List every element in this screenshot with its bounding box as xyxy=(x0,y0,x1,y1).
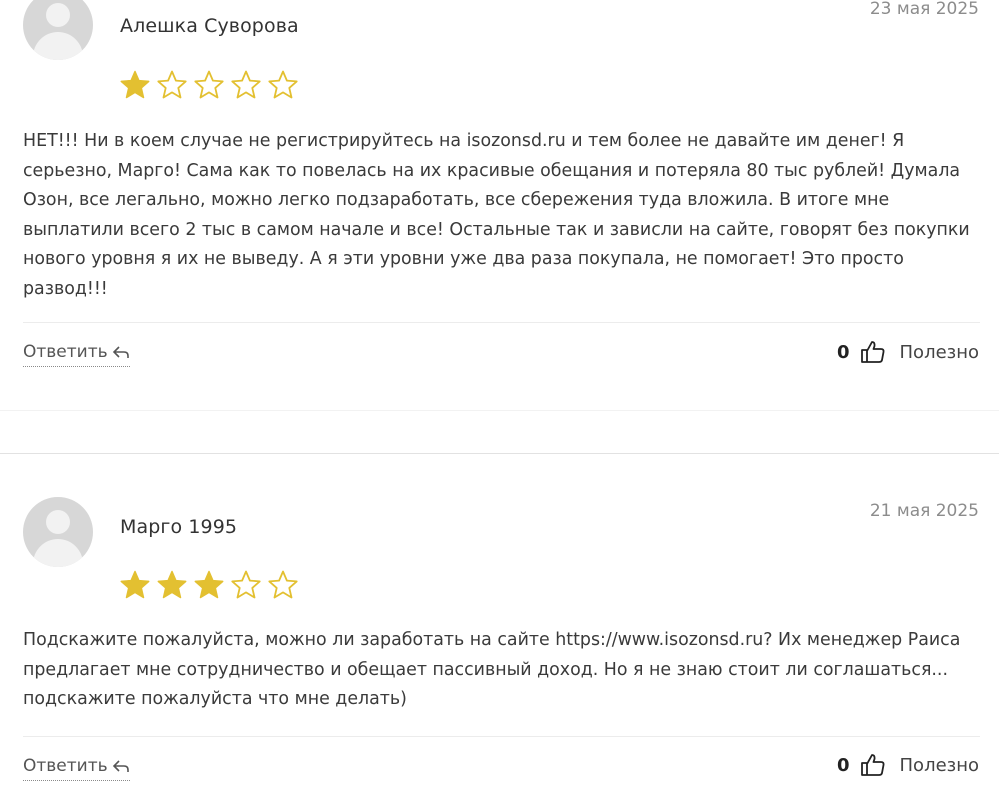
star-filled-icon xyxy=(157,570,187,599)
reply-button[interactable]: Ответить xyxy=(23,342,130,367)
review-author: Марго 1995 xyxy=(120,516,238,538)
reply-label: Ответить xyxy=(23,756,108,776)
helpful-label: Полезно xyxy=(899,341,979,363)
review-date: 23 мая 2025 xyxy=(869,0,979,19)
thumbs-up-icon[interactable] xyxy=(860,340,886,364)
review-date: 21 мая 2025 xyxy=(869,501,979,521)
review-card: Марго 1995 21 мая 2025 Подскажите пожалу… xyxy=(0,455,999,790)
helpful-label: Полезно xyxy=(899,754,979,776)
divider xyxy=(23,322,980,323)
star-empty-icon xyxy=(268,70,298,99)
helpful-control: 0 Полезно xyxy=(837,753,979,777)
reply-label: Ответить xyxy=(23,342,108,362)
star-empty-icon xyxy=(194,70,224,99)
star-empty-icon xyxy=(231,570,261,599)
avatar xyxy=(23,497,93,567)
helpful-count: 0 xyxy=(836,341,850,363)
section-divider xyxy=(0,453,999,454)
review-card: Алешка Суворова 23 мая 2025 НЕТ!!! Ни в … xyxy=(0,0,999,410)
helpful-control: 0 Полезно xyxy=(837,340,979,364)
star-filled-icon xyxy=(120,570,150,599)
star-empty-icon xyxy=(268,570,298,599)
reply-button[interactable]: Ответить xyxy=(23,756,130,781)
star-rating xyxy=(119,69,299,101)
helpful-count: 0 xyxy=(836,754,850,776)
review-text: Подскажите пожалуйста, можно ли заработа… xyxy=(23,630,961,709)
star-empty-icon xyxy=(231,70,261,99)
review-text: НЕТ!!! Ни в коем случае не регистрируйте… xyxy=(23,131,970,299)
section-divider xyxy=(0,410,999,411)
thumbs-up-icon[interactable] xyxy=(860,753,886,777)
star-empty-icon xyxy=(157,70,187,99)
reviews-page: Алешка Суворова 23 мая 2025 НЕТ!!! Ни в … xyxy=(0,0,999,790)
review-author: Алешка Суворова xyxy=(120,15,299,37)
reply-arrow-icon xyxy=(112,346,129,358)
reply-arrow-icon xyxy=(112,760,129,772)
star-filled-icon xyxy=(120,70,150,99)
divider xyxy=(23,736,980,737)
star-rating xyxy=(119,569,299,601)
star-filled-icon xyxy=(194,570,224,599)
avatar xyxy=(23,0,93,60)
